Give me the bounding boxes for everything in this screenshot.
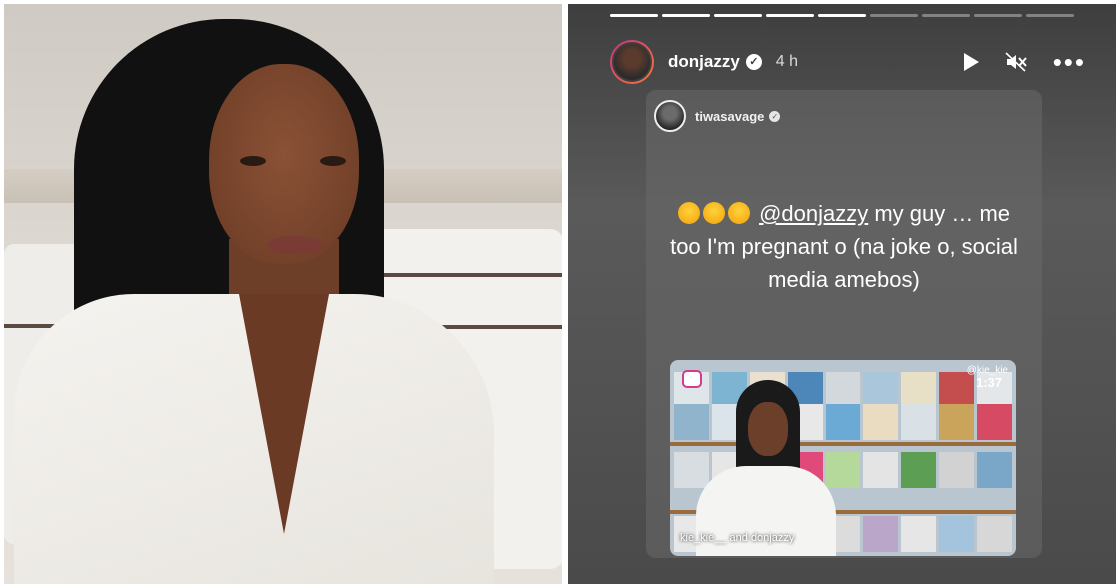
story-progress-segment [766, 14, 814, 17]
story-progress-segment [870, 14, 918, 17]
speaker-muted-icon[interactable] [1005, 52, 1027, 72]
eye-right [320, 156, 346, 166]
reshare-avatar[interactable] [654, 100, 686, 132]
story-progress-segment [714, 14, 762, 17]
story-actions: ••• [963, 49, 1086, 75]
story-username[interactable]: donjazzy [668, 52, 740, 72]
reel-clip-thumbnail[interactable]: @kie_kie 1:37 kie_kie__ and donjazzy [670, 360, 1016, 556]
story-progress-bar [610, 14, 1074, 17]
story-progress-segment [922, 14, 970, 17]
profile-avatar-image [612, 42, 652, 82]
pillow-stripe [384, 273, 562, 277]
clip-time: 1:37 [975, 375, 1002, 390]
shirt-neckline [239, 294, 329, 534]
pharmacist-face [748, 402, 788, 456]
story-header: donjazzy ✓ 4 h ••• [610, 38, 1086, 86]
more-horizontal-icon[interactable]: ••• [1053, 49, 1086, 75]
clip-credit: kie_kie__ and donjazzy [680, 532, 795, 544]
story-progress-segment [818, 14, 866, 17]
reshare-caption: @donjazzy my guy … me too I'm pregnant o… [664, 197, 1024, 296]
reshare-username[interactable]: tiwasavage [695, 109, 764, 124]
story-timestamp: 4 h [775, 53, 799, 70]
lips [267, 236, 323, 254]
speaker-muted-svg [1005, 52, 1027, 72]
caption-mention[interactable]: @donjazzy [759, 201, 868, 226]
story-progress-segment [974, 14, 1022, 17]
reshare-verified-badge-icon: ✓ [769, 110, 781, 122]
story-progress-segment [610, 14, 658, 17]
reshared-story-header: tiwasavage ✓ [654, 100, 781, 132]
emoji-group [677, 201, 753, 226]
rolling-laughing-emoji-icon [677, 202, 700, 224]
reels-icon [682, 370, 702, 388]
instagram-story: donjazzy ✓ 4 h ••• tiwasavage ✓ @donjazz… [568, 4, 1116, 584]
rolling-laughing-emoji-icon [702, 202, 725, 224]
eye-left [240, 156, 266, 166]
play-icon[interactable] [963, 53, 979, 71]
portrait-photo [4, 4, 562, 584]
verified-badge-icon: ✓ [745, 54, 762, 70]
profile-avatar[interactable] [610, 40, 654, 84]
story-progress-segment [1026, 14, 1074, 17]
rolling-laughing-emoji-icon [727, 202, 750, 224]
pharmacist-figure [696, 380, 836, 556]
story-progress-segment [662, 14, 710, 17]
